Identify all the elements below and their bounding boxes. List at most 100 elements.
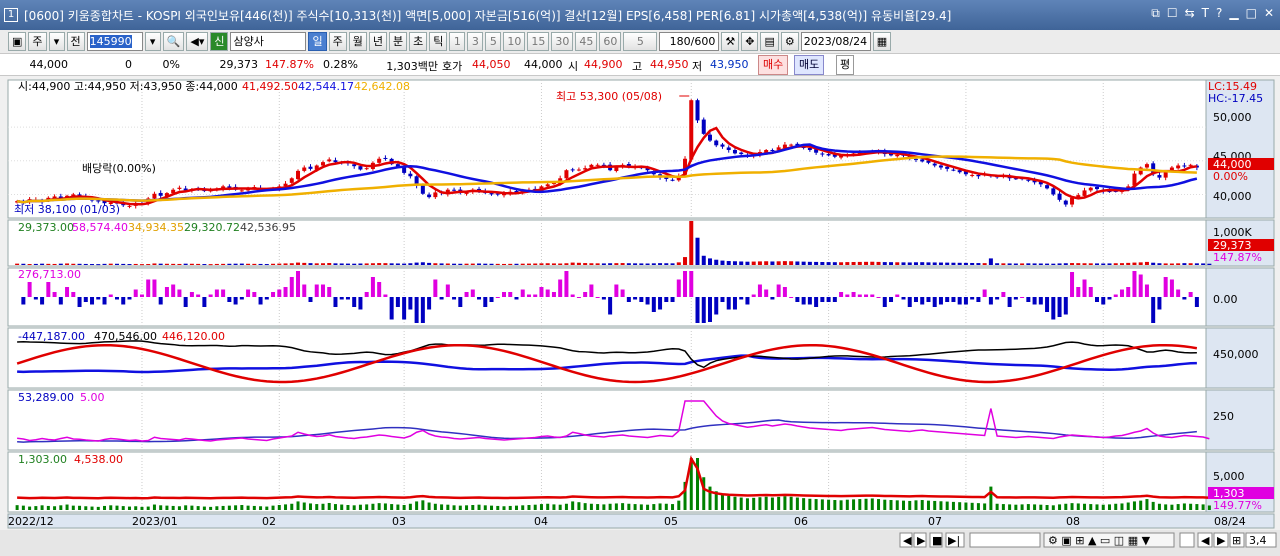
period-tick[interactable]: 틱 bbox=[429, 32, 448, 51]
transparency-icon[interactable]: T bbox=[1202, 6, 1209, 21]
split-view-button[interactable] bbox=[1179, 532, 1195, 548]
calendar-icon[interactable]: ▦ bbox=[872, 32, 892, 51]
period-week[interactable]: 주 bbox=[328, 32, 347, 51]
menu-icon[interactable]: ☐ bbox=[1167, 6, 1178, 21]
restore-icon[interactable]: ⧉ bbox=[1151, 6, 1160, 21]
price-ytick-40000: 40,000 bbox=[1213, 190, 1252, 203]
volume-bar bbox=[1176, 263, 1181, 265]
candle-body bbox=[1076, 195, 1081, 197]
minute-45[interactable]: 45 bbox=[575, 32, 598, 51]
search-icon[interactable]: 🔍 bbox=[162, 32, 185, 51]
amount-bar bbox=[1201, 504, 1205, 510]
flat-button[interactable]: 평 bbox=[836, 55, 854, 75]
dropdown-arrow-icon[interactable]: ▾ bbox=[48, 32, 65, 51]
amount-bar bbox=[209, 506, 213, 510]
volume-bar bbox=[177, 263, 182, 265]
oscillator-bar bbox=[782, 287, 787, 297]
volume-bar bbox=[1163, 263, 1168, 265]
amount-bar bbox=[945, 501, 949, 510]
minute-5[interactable]: 5 bbox=[485, 32, 502, 51]
stock-code-input[interactable]: 145990 bbox=[86, 32, 143, 51]
oscillator-bar bbox=[739, 297, 744, 300]
settings-gear-icon[interactable]: ⚙ bbox=[780, 32, 799, 51]
minute-3[interactable]: 3 bbox=[467, 32, 484, 51]
buy-button[interactable]: 매수 bbox=[758, 55, 789, 75]
scope-select[interactable]: 전 bbox=[66, 32, 85, 51]
volume-bar bbox=[239, 263, 244, 265]
period-second[interactable]: 초 bbox=[409, 32, 428, 51]
minute-30[interactable]: 30 bbox=[551, 32, 574, 51]
oscillator-bar bbox=[826, 297, 831, 302]
oscillator-bar bbox=[395, 297, 400, 307]
amount-bar bbox=[1039, 504, 1043, 510]
chart-area[interactable]: 시:44,900 고:44,950 저:43,950 종:44,000 41,4… bbox=[0, 78, 1280, 556]
amount-bar bbox=[390, 504, 394, 510]
oscillator-bar bbox=[452, 297, 457, 300]
interval-select[interactable]: 5 bbox=[623, 32, 658, 51]
volume-bar bbox=[252, 263, 257, 265]
amount-bar bbox=[1114, 503, 1118, 510]
amount-bar bbox=[1020, 504, 1024, 510]
amount-bar bbox=[808, 498, 812, 510]
amount-bar bbox=[21, 505, 25, 510]
date-field[interactable]: 2023/08/24 bbox=[800, 32, 871, 51]
candle-body bbox=[433, 192, 438, 198]
sell-button[interactable]: 매도 bbox=[794, 55, 825, 75]
amount-bar bbox=[1132, 501, 1136, 510]
save-icon[interactable]: ▤ bbox=[760, 32, 779, 51]
chart-tools-icon[interactable]: ⚒ bbox=[721, 32, 740, 51]
amount-bar bbox=[546, 503, 550, 510]
volume-bar bbox=[1101, 263, 1106, 265]
display-count-field[interactable]: 180/600 bbox=[659, 32, 720, 51]
oscillator-bar bbox=[533, 294, 538, 297]
oscillator-bar bbox=[1051, 297, 1056, 320]
amount-bar bbox=[970, 502, 974, 510]
minute-60[interactable]: 60 bbox=[599, 32, 622, 51]
period-month[interactable]: 월 bbox=[348, 32, 367, 51]
maximize-icon[interactable]: □ bbox=[1246, 6, 1257, 21]
toggle-panel-icon[interactable]: ▣ bbox=[8, 32, 27, 51]
oscillator-bar bbox=[364, 292, 369, 297]
code-dropdown-icon[interactable]: ▾ bbox=[144, 32, 161, 51]
minute-10[interactable]: 10 bbox=[503, 32, 526, 51]
volume-bar bbox=[608, 263, 613, 265]
oscillator-bar bbox=[21, 297, 26, 305]
oscillator-bar bbox=[27, 282, 32, 297]
help-icon[interactable]: ? bbox=[1216, 6, 1222, 21]
amount-bar bbox=[652, 504, 656, 510]
close-icon[interactable]: ✕ bbox=[1264, 6, 1274, 21]
amount-bar bbox=[795, 497, 799, 510]
zoom-slider[interactable] bbox=[969, 532, 1041, 548]
crosshair-icon[interactable]: ✥ bbox=[741, 32, 759, 51]
minute-1[interactable]: 1 bbox=[449, 32, 466, 51]
volume-bar bbox=[770, 261, 775, 265]
volume-bar bbox=[1038, 263, 1043, 265]
link-icon[interactable]: ⇆ bbox=[1185, 6, 1195, 21]
oscillator-bar bbox=[1013, 297, 1018, 300]
last-price-pct: 0.00% bbox=[1213, 170, 1248, 183]
minimize-icon[interactable]: ▁ bbox=[1229, 6, 1238, 21]
volume-bar bbox=[945, 262, 950, 265]
amount-bar bbox=[34, 506, 38, 510]
oscillator-bar bbox=[514, 297, 519, 300]
amount-bar bbox=[745, 498, 749, 510]
period-minute[interactable]: 분 bbox=[388, 32, 408, 51]
candle-body bbox=[1157, 175, 1162, 178]
oscillator-bar bbox=[764, 289, 769, 297]
period-day[interactable]: 일 bbox=[308, 32, 327, 51]
volume-bar bbox=[720, 260, 725, 265]
investor-legend-1: 470,546.00 bbox=[94, 330, 157, 343]
volume-bar bbox=[1020, 263, 1025, 265]
volume-bar bbox=[108, 263, 113, 265]
market-select[interactable]: 주 bbox=[28, 32, 47, 51]
amount-bar bbox=[290, 503, 294, 510]
volume-ytick: 1,000K bbox=[1213, 226, 1252, 239]
oscillator-bar bbox=[239, 297, 244, 300]
period-year[interactable]: 년 bbox=[368, 32, 387, 51]
sound-icon[interactable]: ◀▾ bbox=[186, 32, 209, 51]
oscillator-bar bbox=[358, 297, 363, 310]
amount-bar bbox=[271, 505, 275, 510]
volume-bar bbox=[1013, 263, 1018, 265]
minute-15[interactable]: 15 bbox=[527, 32, 550, 51]
oscillator-bar bbox=[1088, 287, 1093, 297]
